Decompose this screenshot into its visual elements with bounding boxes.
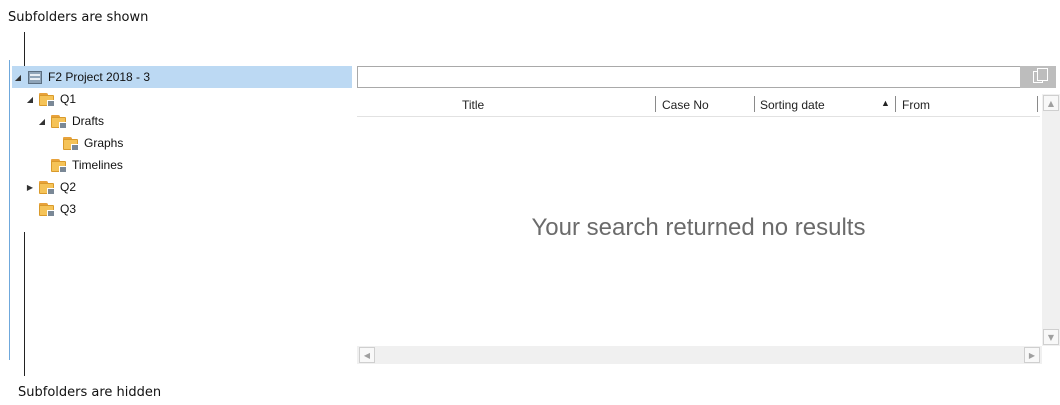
tree-node-label: Q3 <box>60 202 77 216</box>
folder-tree: ◢ F2 Project 2018 - 3 ◢ Q1 ◢ Drafts Grap… <box>10 66 352 360</box>
tree-node-graphs[interactable]: Graphs <box>48 132 123 154</box>
folder-icon <box>38 201 56 217</box>
tree-node-label: Graphs <box>84 136 124 150</box>
folder-icon <box>38 91 56 107</box>
project-icon <box>26 69 44 85</box>
scroll-up-icon[interactable]: ▲ <box>1043 95 1059 111</box>
folder-icon <box>38 179 56 195</box>
column-header-sorting-date[interactable]: Sorting date <box>760 96 860 114</box>
tree-node-label: Timelines <box>72 158 123 172</box>
sort-ascending-icon: ▲ <box>881 98 890 108</box>
column-header-title[interactable]: Title <box>462 96 522 114</box>
column-header-case-no[interactable]: Case No <box>662 96 742 114</box>
tree-node-label: F2 Project 2018 - 3 <box>48 70 151 84</box>
empty-results-message: Your search returned no results <box>531 214 866 241</box>
tree-node-project[interactable]: ◢ F2 Project 2018 - 3 <box>12 66 352 88</box>
horizontal-scrollbar[interactable]: ◀ ▶ <box>357 346 1042 364</box>
tree-node-label: Drafts <box>72 114 105 128</box>
vertical-scrollbar[interactable]: ▲ ▼ <box>1042 94 1060 346</box>
scroll-left-icon[interactable]: ◀ <box>359 347 375 363</box>
results-grid: Title Case No Sorting date ▲ From Your s… <box>357 92 1060 364</box>
expand-arrow-icon[interactable]: ◢ <box>36 115 48 127</box>
collapse-arrow-icon[interactable]: ▶ <box>24 181 36 193</box>
tree-node-q3[interactable]: Q3 <box>24 198 76 220</box>
search-copy-button[interactable] <box>1020 66 1056 88</box>
folder-icon <box>62 135 80 151</box>
column-separator[interactable] <box>655 96 656 112</box>
tree-node-timelines[interactable]: Timelines <box>36 154 123 176</box>
tree-node-drafts[interactable]: ◢ Drafts <box>36 110 104 132</box>
annotation-subfolders-shown: Subfolders are shown <box>8 10 149 25</box>
column-separator[interactable] <box>754 96 755 112</box>
header-divider <box>357 116 1040 117</box>
tree-node-q2[interactable]: ▶ Q2 <box>24 176 76 198</box>
annotation-subfolders-hidden: Subfolders are hidden <box>18 385 162 400</box>
column-separator[interactable] <box>895 96 896 112</box>
tree-node-label: Q2 <box>60 180 77 194</box>
tree-node-label: Q1 <box>60 92 77 106</box>
column-header-from[interactable]: From <box>902 96 1002 114</box>
tree-node-q1[interactable]: ◢ Q1 <box>24 88 76 110</box>
expand-arrow-icon[interactable]: ◢ <box>24 93 36 105</box>
scroll-right-icon[interactable]: ▶ <box>1024 347 1040 363</box>
column-separator[interactable] <box>1037 96 1038 112</box>
expand-arrow-icon[interactable]: ◢ <box>12 71 24 83</box>
folder-icon <box>50 113 68 129</box>
search-input[interactable] <box>357 66 1032 88</box>
scroll-down-icon[interactable]: ▼ <box>1043 329 1059 345</box>
copy-icon <box>1033 68 1048 83</box>
folder-icon <box>50 157 68 173</box>
